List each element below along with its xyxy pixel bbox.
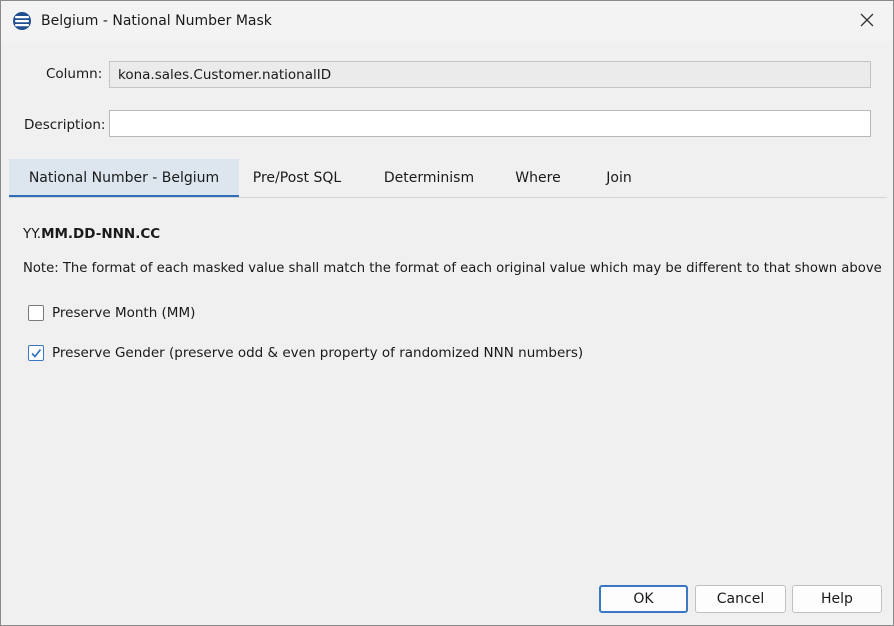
ok-button[interactable]: OK (599, 585, 688, 613)
tab-label: National Number - Belgium (28, 170, 220, 186)
column-label: Column: (46, 66, 103, 82)
dialog-window: Belgium - National Number Mask Column: D… (0, 0, 894, 626)
tab-label: Pre/Post SQL (252, 170, 342, 186)
format-prefix: YY. (23, 226, 42, 242)
tab-determinism[interactable]: Determinism (371, 159, 487, 197)
tab-label: Determinism (383, 170, 475, 186)
tab-pre-post-sql[interactable]: Pre/Post SQL (239, 159, 355, 197)
format-note: Note: The format of each masked value sh… (23, 261, 882, 276)
cancel-button[interactable]: Cancel (695, 585, 786, 613)
preserve-month-label: Preserve Month (MM) (52, 305, 196, 321)
preserve-gender-checkbox-row[interactable]: Preserve Gender (preserve odd & even pro… (28, 343, 583, 363)
tab-strip: National Number - Belgium Pre/Post SQL D… (9, 159, 887, 197)
title-bar[interactable]: Belgium - National Number Mask (1, 1, 893, 41)
description-label: Description: (24, 117, 106, 133)
tab-divider (9, 197, 887, 198)
tab-where[interactable]: Where (503, 159, 573, 197)
column-field[interactable] (109, 61, 871, 88)
close-icon (860, 12, 874, 31)
format-bold: MM.DD-NNN.CC (41, 226, 161, 242)
tab-national-number-belgium[interactable]: National Number - Belgium (9, 159, 239, 197)
description-input[interactable] (109, 110, 871, 137)
preserve-gender-checkbox[interactable] (28, 345, 44, 361)
preserve-month-checkbox[interactable] (28, 305, 44, 321)
database-app-icon (12, 11, 32, 31)
tab-label: Where (515, 170, 561, 186)
help-button[interactable]: Help (792, 585, 882, 613)
tab-join[interactable]: Join (593, 159, 645, 197)
format-pattern: YY.MM.DD-NNN.CC (23, 224, 160, 244)
preserve-gender-label: Preserve Gender (preserve odd & even pro… (52, 345, 584, 361)
tab-label: Join (606, 170, 632, 186)
checkmark-icon (30, 344, 42, 363)
close-button[interactable] (847, 5, 887, 37)
preserve-month-checkbox-row[interactable]: Preserve Month (MM) (28, 303, 195, 323)
window-title: Belgium - National Number Mask (41, 13, 272, 29)
